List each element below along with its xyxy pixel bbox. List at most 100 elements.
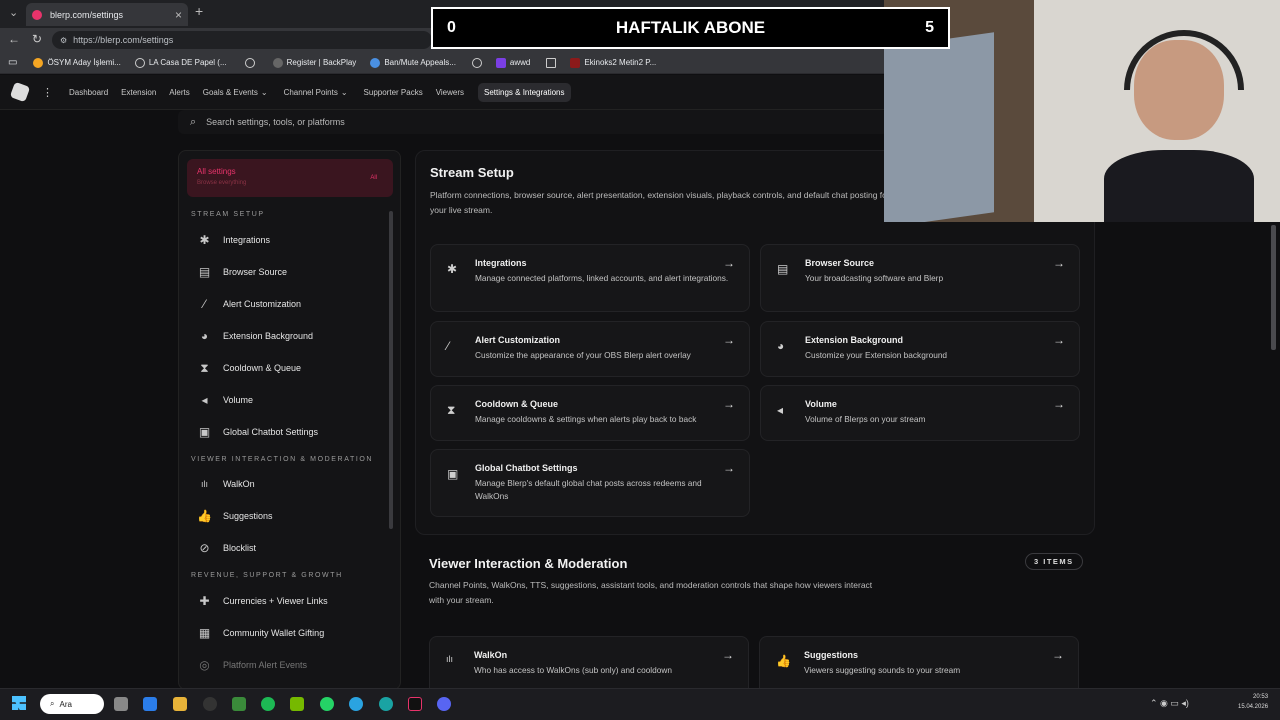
v-icon bbox=[495, 57, 506, 68]
arrow-right-icon: → bbox=[1052, 648, 1064, 662]
url-field[interactable]: ⚙ https://blerp.com/settings bbox=[52, 31, 432, 49]
back-icon[interactable]: ← bbox=[8, 32, 20, 46]
bookmark-la-casa[interactable]: LA Casa DE Papel (... bbox=[134, 57, 227, 68]
thumbs-up-icon: 👍 bbox=[776, 654, 791, 668]
settings-search[interactable]: ⌕ Search settings, tools, or platforms bbox=[178, 110, 888, 134]
sidebar-item-suggestions[interactable]: 👍 Suggestions bbox=[197, 506, 273, 526]
nav-supporter-packs[interactable]: Supporter Packs bbox=[364, 88, 423, 97]
nav-extension[interactable]: Extension bbox=[121, 88, 156, 97]
search-placeholder: Search settings, tools, or platforms bbox=[206, 117, 345, 127]
ban-mute-icon bbox=[370, 57, 381, 68]
arrow-right-icon: → bbox=[723, 333, 735, 347]
viewer-section-desc: Channel Points, WalkOns, TTS, suggestion… bbox=[429, 580, 873, 605]
bookmark-ban-mute[interactable]: Ban/Mute Appeals... bbox=[370, 57, 456, 68]
nav-goals-events[interactable]: Goals & Events ⌄ bbox=[203, 88, 268, 97]
reload-icon[interactable]: ↻ bbox=[32, 32, 42, 46]
file-explorer-icon[interactable] bbox=[173, 697, 187, 711]
magic-wand-icon: ⁄ bbox=[203, 297, 206, 311]
app-icon-2[interactable] bbox=[203, 697, 217, 711]
card-global-chatbot[interactable]: ▣ Global Chatbot Settings Manage Blerp's d… bbox=[430, 449, 750, 517]
sidebar-scrollbar[interactable] bbox=[389, 211, 393, 529]
arrow-right-icon: → bbox=[723, 397, 735, 411]
arrow-right-icon: → bbox=[722, 648, 734, 662]
tab-list-icon[interactable]: ⌄ bbox=[9, 6, 18, 19]
hourglass-icon: ⧗ bbox=[447, 403, 456, 417]
sidebar-item-blocklist[interactable]: ⊘ Blocklist bbox=[197, 538, 256, 558]
edge-icon[interactable] bbox=[379, 697, 393, 711]
app-icon-3[interactable] bbox=[232, 697, 246, 711]
section-revenue-support: REVENUE, SUPPORT & GROWTH bbox=[191, 572, 343, 579]
all-settings-sub: Browse everything bbox=[197, 180, 247, 186]
search-icon: ⌕ bbox=[190, 115, 197, 128]
card-walkon[interactable]: ılı WalkOn Who has access to WalkOns (sub … bbox=[429, 636, 749, 688]
sidebar-item-platform-alert-events[interactable]: ◎ Platform Alert Events bbox=[197, 655, 307, 675]
bookmark-openai-2[interactable] bbox=[471, 57, 482, 68]
nav-alerts[interactable]: Alerts bbox=[169, 88, 189, 97]
app-icon-1[interactable] bbox=[143, 697, 157, 711]
goal-current: 0 bbox=[447, 19, 456, 36]
blerp-logo[interactable] bbox=[9, 81, 31, 103]
cam-person-body bbox=[1104, 150, 1254, 222]
bookmark-ekinoks[interactable]: Ekinoks2 Metin2 P... bbox=[570, 57, 656, 68]
bookmark-doc[interactable] bbox=[546, 57, 557, 68]
taskbar-clock[interactable]: 20:53 15.04.2026 bbox=[1238, 692, 1268, 712]
chevron-down-icon: ⌄ bbox=[340, 87, 348, 97]
stream-setup-title: Stream Setup bbox=[430, 165, 514, 180]
new-tab-icon[interactable]: + bbox=[195, 3, 203, 19]
integrations-icon: ✱ bbox=[199, 233, 210, 247]
subscriber-goal-overlay: 0 HAFTALIK ABONE 5 bbox=[431, 7, 950, 49]
card-volume[interactable]: ◂ Volume Volume of Blerps on your stream → bbox=[760, 385, 1080, 441]
whatsapp-icon[interactable] bbox=[320, 697, 334, 711]
card-suggestions[interactable]: 👍 Suggestions Viewers suggesting sounds to… bbox=[759, 636, 1079, 688]
spotify-icon[interactable] bbox=[261, 697, 275, 711]
sidebar-item-volume[interactable]: ◂ Volume bbox=[197, 390, 253, 410]
sidebar-item-alert-customization[interactable]: ⁄ Alert Customization bbox=[197, 294, 301, 314]
card-integrations[interactable]: ✱ Integrations Manage connected platforms,… bbox=[430, 244, 750, 312]
nav-dashboard[interactable]: Dashboard bbox=[69, 88, 108, 97]
sidebar-item-global-chatbot[interactable]: ▣ Global Chatbot Settings bbox=[197, 422, 318, 442]
more-menu-icon[interactable]: ⋮ bbox=[42, 86, 53, 99]
cam-monitor bbox=[884, 32, 994, 222]
nvidia-icon[interactable] bbox=[290, 697, 304, 711]
card-browser-source[interactable]: ▤ Browser Source Your broadcasting softwar… bbox=[760, 244, 1080, 312]
puzzle-icon: ✚ bbox=[199, 594, 210, 608]
gift-icon: ▦ bbox=[198, 626, 211, 640]
arrow-right-icon: → bbox=[723, 256, 735, 270]
section-viewer-interaction: VIEWER INTERACTION & MODERATION bbox=[191, 456, 374, 463]
discord-icon[interactable] bbox=[437, 697, 451, 711]
sidebar-item-cooldown-queue[interactable]: ⧗ Cooldown & Queue bbox=[197, 358, 301, 378]
all-settings-item[interactable]: All settings Browse everything All bbox=[187, 159, 393, 197]
sidebar-item-integrations[interactable]: ✱ Integrations bbox=[197, 230, 270, 250]
card-extension-background[interactable]: ◕ Extension Background Customize your Exte… bbox=[760, 321, 1080, 377]
windows-taskbar bbox=[0, 688, 1280, 720]
arrow-right-icon: → bbox=[1053, 333, 1065, 347]
sidebar-item-currencies[interactable]: ✚ Currencies + Viewer Links bbox=[197, 591, 327, 611]
bookmark-openai[interactable] bbox=[244, 57, 255, 68]
sidebar-item-walkon[interactable]: ılı WalkOn bbox=[197, 474, 255, 494]
card-cooldown-queue[interactable]: ⧗ Cooldown & Queue Manage cooldowns & sett… bbox=[430, 385, 750, 441]
apps-icon[interactable]: ▭ bbox=[8, 57, 17, 68]
card-alert-customization[interactable]: ⁄ Alert Customization Customize the appear… bbox=[430, 321, 750, 377]
bookmark-awwd[interactable]: awwd bbox=[495, 57, 530, 68]
page-scrollbar[interactable] bbox=[1271, 225, 1276, 350]
sidebar-item-browser-source[interactable]: ▤ Browser Source bbox=[197, 262, 287, 282]
backplay-icon bbox=[272, 57, 283, 68]
nav-settings-integrations[interactable]: Settings & Integrations bbox=[478, 82, 571, 102]
bookmark-backplay[interactable]: Register | BackPlay bbox=[272, 57, 356, 68]
browser-tab[interactable]: blerp.com/settings × bbox=[26, 3, 188, 26]
site-info-icon[interactable]: ⚙ bbox=[60, 36, 67, 45]
magic-wand-icon: ⁄ bbox=[447, 339, 450, 353]
task-view-icon[interactable] bbox=[114, 697, 128, 711]
telegram-icon[interactable] bbox=[349, 697, 363, 711]
footsteps-icon: ılı bbox=[446, 654, 454, 664]
tiktok-icon[interactable] bbox=[408, 697, 422, 711]
nav-viewers[interactable]: Viewers bbox=[436, 88, 464, 97]
sidebar-item-extension-background[interactable]: ◕ Extension Background bbox=[197, 326, 313, 346]
close-tab-icon[interactable]: × bbox=[175, 8, 182, 22]
nav-channel-points[interactable]: Channel Points ⌄ bbox=[284, 88, 348, 97]
sidebar-item-wallet-gifting[interactable]: ▦ Community Wallet Gifting bbox=[197, 623, 324, 643]
tray-icons[interactable]: ⌃ ◉ ▭ ◂) bbox=[1150, 698, 1189, 709]
chevron-down-icon: ⌄ bbox=[260, 87, 268, 97]
bookmark-osym[interactable]: ÖSYM Aday İşlemi... bbox=[33, 57, 121, 68]
taskbar-search[interactable]: ⌕ Ara bbox=[40, 694, 104, 714]
